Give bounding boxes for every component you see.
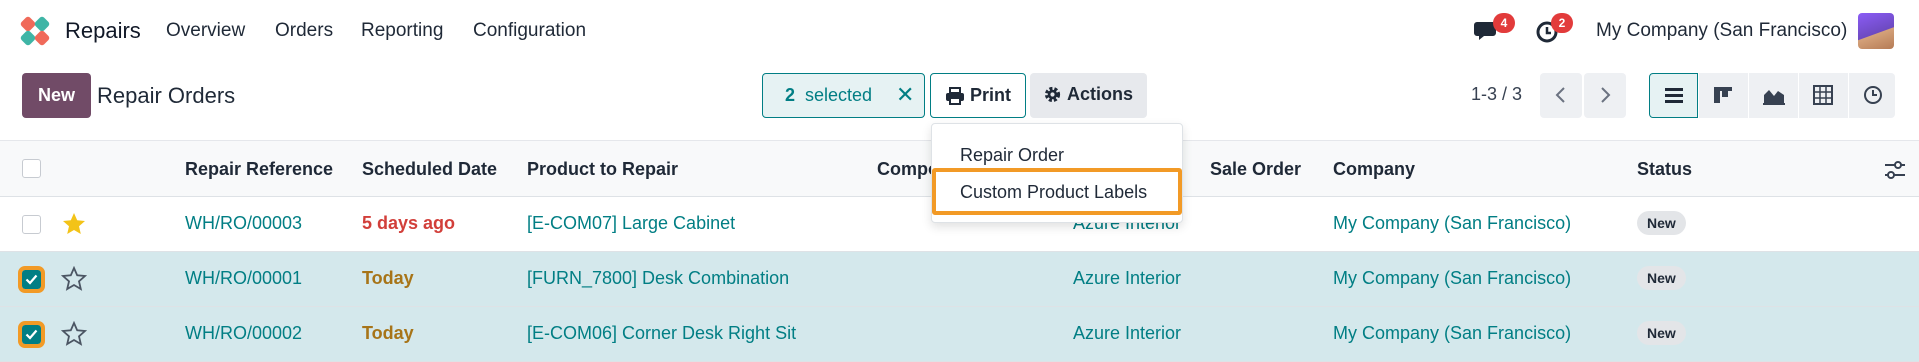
column-scheduled-date[interactable]: Scheduled Date	[362, 159, 497, 180]
row-checkbox[interactable]	[22, 215, 41, 234]
printer-icon	[946, 87, 964, 105]
table-row[interactable]: WH/RO/00001 Today [FURN_7800] Desk Combi…	[0, 252, 1919, 307]
optional-columns-sliders-icon[interactable]	[1884, 160, 1906, 180]
star-filled-icon[interactable]	[61, 211, 87, 237]
activities-badge: 2	[1551, 13, 1573, 33]
top-navbar: Repairs Overview Orders Reporting Config…	[0, 0, 1919, 62]
product-to-repair[interactable]: [E-COM07] Large Cabinet	[527, 213, 735, 234]
company[interactable]: My Company (San Francisco)	[1333, 268, 1571, 289]
row-checkbox[interactable]	[18, 266, 45, 293]
status-badge: New	[1637, 321, 1686, 345]
actions-button[interactable]: Actions	[1030, 73, 1147, 118]
clock-icon	[1864, 86, 1882, 104]
repair-reference[interactable]: WH/RO/00001	[185, 268, 302, 289]
repair-reference[interactable]: WH/RO/00003	[185, 213, 302, 234]
chevron-left-icon	[1555, 87, 1565, 103]
column-company[interactable]: Company	[1333, 159, 1415, 180]
area-chart-icon	[1763, 90, 1785, 105]
clear-selection-icon[interactable]: ✕	[896, 82, 914, 108]
selected-count: 2	[785, 85, 796, 105]
user-avatar[interactable]	[1858, 13, 1894, 49]
new-button[interactable]: New	[22, 73, 91, 118]
menu-configuration[interactable]: Configuration	[473, 20, 586, 42]
activity-view-button[interactable]	[1849, 73, 1895, 118]
company-switcher[interactable]: My Company (San Francisco)	[1596, 20, 1847, 42]
column-component[interactable]: Compo	[877, 159, 939, 180]
selection-indicator: 2 selected ✕	[762, 73, 925, 118]
menu-item-repair-order[interactable]: Repair Order	[960, 145, 1064, 166]
column-status[interactable]: Status	[1637, 159, 1692, 180]
customer[interactable]: Azure Interior	[1073, 268, 1181, 289]
star-outline-icon[interactable]	[61, 266, 87, 292]
chevron-right-icon	[1601, 87, 1611, 103]
table-row[interactable]: WH/RO/00002 Today [E-COM06] Corner Desk …	[0, 307, 1919, 362]
menu-reporting[interactable]: Reporting	[361, 20, 443, 42]
app-name[interactable]: Repairs	[65, 18, 141, 44]
company[interactable]: My Company (San Francisco)	[1333, 323, 1571, 344]
customer[interactable]: Azure Interior	[1073, 323, 1181, 344]
column-product-to-repair[interactable]: Product to Repair	[527, 159, 678, 180]
list-view-button[interactable]	[1649, 73, 1698, 118]
scheduled-date: Today	[362, 323, 414, 343]
row-checkbox[interactable]	[18, 321, 45, 348]
select-all-checkbox[interactable]	[22, 159, 41, 178]
column-repair-reference[interactable]: Repair Reference	[185, 159, 333, 180]
scheduled-date: Today	[362, 268, 414, 288]
checkmark-icon	[25, 274, 38, 285]
messages-badge: 4	[1493, 13, 1515, 33]
repair-reference[interactable]: WH/RO/00002	[185, 323, 302, 344]
print-label: Print	[970, 85, 1012, 105]
checkmark-icon	[25, 329, 38, 340]
kanban-view-button[interactable]	[1699, 73, 1748, 118]
product-to-repair[interactable]: [FURN_7800] Desk Combination	[527, 268, 789, 289]
kanban-view-icon	[1714, 87, 1732, 103]
repairs-app-logo-icon[interactable]	[20, 16, 50, 46]
page-title: Repair Orders	[97, 83, 236, 108]
pager-previous-button[interactable]	[1540, 73, 1582, 118]
star-outline-icon[interactable]	[61, 321, 87, 347]
gear-icon	[1044, 86, 1061, 103]
status-badge: New	[1637, 211, 1686, 235]
product-to-repair[interactable]: [E-COM06] Corner Desk Right Sit	[527, 323, 796, 344]
pager-value[interactable]: 1-3 / 3	[1471, 84, 1522, 105]
selected-label: selected	[805, 85, 873, 105]
graph-view-button[interactable]	[1749, 73, 1798, 118]
column-sale-order[interactable]: Sale Order	[1210, 159, 1301, 180]
print-button[interactable]: Print	[930, 73, 1026, 118]
scheduled-date: 5 days ago	[362, 213, 456, 233]
pivot-view-button[interactable]	[1799, 73, 1848, 118]
pivot-table-icon	[1813, 85, 1833, 105]
company[interactable]: My Company (San Francisco)	[1333, 213, 1571, 234]
menu-overview[interactable]: Overview	[166, 20, 245, 42]
status-badge: New	[1637, 266, 1686, 290]
highlight-annotation	[932, 168, 1182, 215]
list-view-icon	[1665, 88, 1683, 103]
pager-next-button[interactable]	[1584, 73, 1626, 118]
actions-label: Actions	[1067, 84, 1134, 104]
menu-orders[interactable]: Orders	[275, 20, 333, 42]
